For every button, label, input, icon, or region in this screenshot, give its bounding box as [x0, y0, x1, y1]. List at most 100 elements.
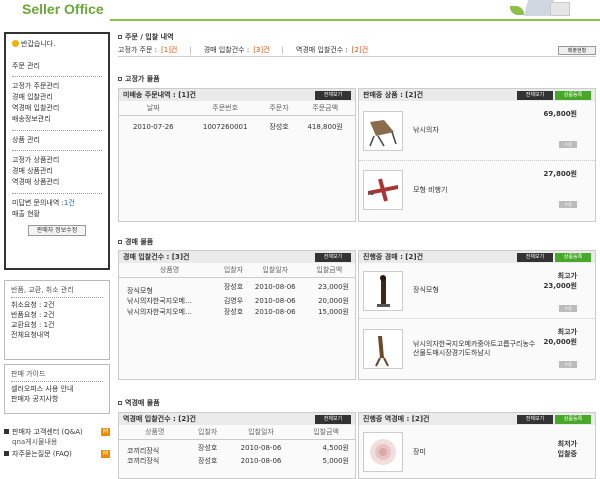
edit-button[interactable]: 수정 [559, 305, 577, 312]
order-bid-title: 주문 / 입찰 내역 [118, 32, 596, 42]
register-product-button[interactable]: 상품등록 [555, 252, 591, 262]
more-badge[interactable]: M [101, 449, 110, 458]
returns-box: 반품, 교환, 취소 관리 취소요청 : 2건 반품요청 : 2건 교환요청 :… [4, 280, 110, 360]
reverse-count[interactable]: [2]건 [352, 45, 368, 55]
table-row[interactable]: 코끼리장식 장성호 2010-08-06 4,500원 [119, 439, 355, 456]
guide-usage-link[interactable]: 셀러오피스 사용 안내 [11, 384, 103, 394]
menu-fixed-order[interactable]: 고정가 주문관리 [12, 81, 102, 92]
divider [12, 130, 102, 131]
table-row[interactable]: 코끼리장식 장성호 2010-08-06 5,000원 [119, 456, 355, 467]
col-amount: 주문금액 [295, 101, 355, 116]
fixed-count[interactable]: [1]건 [161, 45, 177, 55]
menu-auction-product[interactable]: 경매 상품관리 [12, 166, 102, 177]
edit-button[interactable]: 수정 [559, 361, 577, 368]
cancel-request[interactable]: 취소요청 : 2건 [11, 300, 103, 310]
sales-status-button[interactable]: 매출현황 [558, 45, 596, 55]
table-row[interactable]: 2010-07-26 1007260001 장성호 418,800원 [119, 115, 355, 139]
help-section: 판매자 고객센터 (Q&A) M qna게시물내용 자주묻는질문 (FAQ) M [4, 426, 110, 459]
panel-header: 판매중 상품 : [2]건 전체보기 상품등록 [359, 89, 595, 101]
divider [12, 150, 102, 151]
divider [12, 76, 102, 77]
orders-table: 날짜 주문번호 주문자 주문금액 2010-07-26 1007260001 장… [119, 101, 355, 139]
table-row[interactable]: 장식모형 장성호 2010-08-06 23,000원 [119, 277, 355, 296]
col-bid-amount: 입찰금액 [303, 263, 355, 278]
menu-reverse-bid[interactable]: 역경매 입찰관리 [12, 103, 102, 114]
figure-image [363, 270, 403, 311]
more-badge[interactable]: M [101, 427, 110, 436]
edit-button[interactable]: 수정 [559, 141, 577, 148]
auction-count[interactable]: [3]건 [253, 45, 269, 55]
product-mgmt-title: 상품 관리 [12, 136, 40, 144]
all-requests[interactable]: 전체요청내역 [11, 330, 103, 340]
view-all-button[interactable]: 전체보기 [315, 90, 351, 100]
col-product: 상품명 [119, 263, 221, 278]
view-all-button[interactable]: 전체보기 [315, 414, 351, 424]
col-bidder: 입찰자 [190, 425, 225, 440]
auction-bids-panel: 경매 입찰건수 : [3]건 전체보기 상품명 입찰자 입찰일자 입찰금액 장식모… [118, 250, 356, 380]
view-all-button[interactable]: 전체보기 [517, 90, 553, 100]
divider [11, 381, 103, 382]
inquiry-count[interactable]: 1건 [64, 199, 75, 207]
guide-notice-link[interactable]: 판매자 공지사항 [11, 394, 103, 404]
view-all-button[interactable]: 전체보기 [517, 414, 553, 424]
menu-reverse-product[interactable]: 역경매 상품관리 [12, 177, 102, 188]
inquiry-row[interactable]: 미답변 문의내역 :1건 [12, 198, 102, 209]
list-item[interactable]: 모형 비행기 27,800원 수정 [359, 161, 595, 219]
sales-status-link[interactable]: 매출 현황 [12, 209, 102, 220]
auction-section-title: 경매 물품 [118, 237, 153, 247]
col-order-no: 주문번호 [187, 101, 263, 116]
bullet-icon [4, 451, 9, 456]
square-icon [118, 240, 122, 244]
menu-fixed-product[interactable]: 고정가 상품관리 [12, 155, 102, 166]
col-date: 날짜 [119, 101, 188, 116]
rose-image [363, 432, 403, 472]
chair-image [363, 110, 403, 151]
panel-header: 미배송 주문내역 : [1]건 전체보기 [119, 89, 355, 101]
auction-table: 상품명 입찰자 입찰일자 입찰금액 장식모형 장성호 2010-08-06 23,00… [119, 263, 355, 318]
returns-title: 반품, 교환, 취소 관리 [11, 286, 74, 294]
col-orderer: 주문자 [262, 101, 296, 116]
divider [12, 193, 102, 194]
guide-box: 판매 가이드 셀러오피스 사용 안내 판매자 공지사항 [4, 364, 110, 414]
list-item[interactable]: 장미 최저가 입찰중 [359, 425, 595, 479]
header-divider [110, 19, 600, 21]
menu-auction-bid[interactable]: 경매 입찰관리 [12, 92, 102, 103]
greeting: 반갑습니다. [12, 39, 102, 49]
return-request[interactable]: 반품요청 : 2건 [11, 310, 103, 320]
register-product-button[interactable]: 상품등록 [555, 90, 591, 100]
airplane-image [363, 170, 403, 210]
card-icon [550, 2, 570, 16]
col-bid-date: 입찰일자 [246, 263, 304, 278]
divider [11, 297, 103, 298]
faq-link[interactable]: 자주묻는질문 (FAQ) M [4, 448, 110, 459]
header-decoration [506, 0, 576, 19]
on-sale-panel: 판매중 상품 : [2]건 전체보기 상품등록 낚시의자 69,800원 수정 모형… [358, 88, 596, 222]
list-item[interactable]: 낚시의자한국지오메카중아트고릅구리농수산물도매시장경기도하남시 최고가 20,00… [359, 319, 595, 379]
list-item[interactable]: 낚시의자 69,800원 수정 [359, 101, 595, 161]
unshipped-orders-panel: 미배송 주문내역 : [1]건 전체보기 날짜 주문번호 주문자 주문금액 201… [118, 88, 356, 222]
panel-header: 역경매 입찰건수 : [2]건 전체보기 [119, 413, 355, 425]
qna-link[interactable]: qna게시물내용 [4, 437, 110, 448]
brand-title: Seller Office [22, 1, 104, 17]
exchange-request[interactable]: 교환요청 : 1건 [11, 320, 103, 330]
reverse-progress-panel: 진행중 역경매 : [2]건 전체보기 상품등록 장미 최저가 입찰중 [358, 412, 596, 479]
edit-button[interactable]: 수정 [559, 201, 577, 208]
view-all-button[interactable]: 전체보기 [315, 252, 351, 262]
view-all-button[interactable]: 전체보기 [517, 252, 553, 262]
customer-center[interactable]: 판매자 고객센터 (Q&A) M [4, 426, 110, 437]
table-row[interactable]: 낚시의자한국지오메... 김영우 2010-08-06 20,000원 [119, 296, 355, 307]
giraffe-image [363, 329, 403, 369]
order-mgmt-title: 주문 관리 [12, 62, 40, 70]
reverse-section-title: 역경매 물품 [118, 398, 160, 408]
list-item[interactable]: 장식모형 최고가 23,000원 수정 [359, 263, 595, 319]
user-menu-box: 반갑습니다. 주문 관리 고정가 주문관리 경매 입찰관리 역경매 입찰관리 배… [4, 32, 110, 270]
guide-title: 판매 가이드 [11, 370, 46, 378]
table-row[interactable]: 낚시의자한국지오메... 장성호 2010-08-06 15,000원 [119, 307, 355, 318]
menu-shipping[interactable]: 배송정보관리 [12, 114, 102, 125]
col-product: 상품명 [119, 425, 191, 440]
square-icon [118, 401, 122, 405]
seller-info-button[interactable]: 판매자 정보수정 [28, 225, 86, 236]
leaf-icon [510, 6, 524, 15]
register-product-button[interactable]: 상품등록 [555, 414, 591, 424]
panel-header: 진행중 역경매 : [2]건 전체보기 상품등록 [359, 413, 595, 425]
